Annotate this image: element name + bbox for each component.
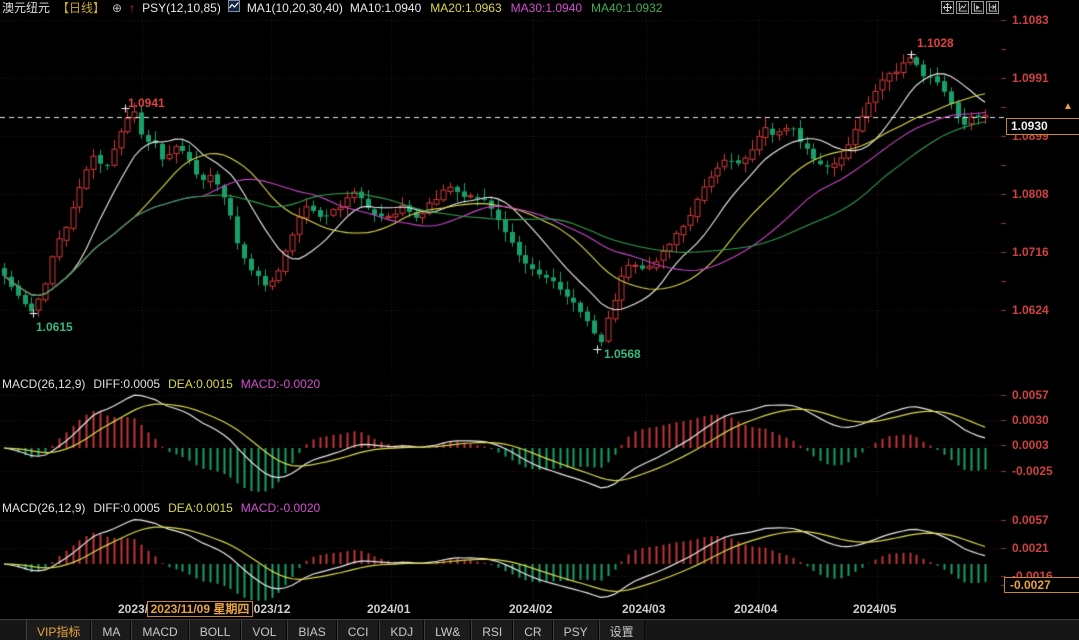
toolbar-tab-CCI[interactable]: CCI	[337, 620, 380, 640]
ma-value-label: MA20:1.0963	[430, 1, 501, 15]
period-label: 【日线】	[57, 0, 105, 16]
toolbar-tab-VIP指标[interactable]: VIP指标	[26, 620, 91, 640]
price-axis-label: 1.1083	[1012, 13, 1049, 27]
current-price-value: 1.0930	[1011, 119, 1048, 133]
macd1-macd-value: MACD:-0.0020	[241, 377, 320, 391]
move-tool-icon[interactable]	[941, 1, 954, 14]
buy-signal-arrow-icon: ↑	[129, 1, 135, 15]
price-annotation-1.0568: 1.0568	[604, 347, 641, 361]
price-annotation-1.0615: 1.0615	[36, 320, 73, 334]
psy-indicator-label: PSY(12,10,85)	[142, 1, 221, 15]
date-axis-label: 2024/04	[734, 602, 777, 616]
ma-value-label: MA10:1.0940	[350, 1, 421, 15]
price-axis-label: 1.0808	[1012, 187, 1049, 201]
price-annotation-1.1028: 1.1028	[917, 36, 954, 50]
toolbar-tab-CR[interactable]: CR	[513, 620, 552, 640]
date-axis-label: 2024/02	[509, 602, 552, 616]
macd-current-value: -0.0027	[1010, 578, 1051, 592]
price-axis-label: 1.0624	[1012, 303, 1049, 317]
macd1-axis-label: 0.0030	[1012, 413, 1049, 427]
ma-value-label: MA30:1.0940	[511, 1, 582, 15]
add-indicator-icon[interactable]: ⊕	[112, 1, 122, 15]
play-scroll-tool-icon[interactable]	[971, 1, 984, 14]
macd2-diff-value: DIFF:0.0005	[93, 501, 160, 515]
macd-panel-2-header: MACD(26,12,9) DIFF:0.0005 DEA:0.0015 MAC…	[2, 501, 320, 515]
chart-header: 澳元纽元 【日线】 ⊕ ↑ PSY(12,10,85) MA1(10,20,30…	[2, 0, 662, 15]
window-tool-buttons	[941, 1, 999, 14]
macd1-axis-label: 0.0057	[1012, 388, 1049, 402]
price-annotation-1.0941: 1.0941	[128, 96, 165, 110]
toolbar-tab-VOL[interactable]: VOL	[241, 620, 287, 640]
date-axis-label: 2024/03	[622, 602, 665, 616]
ma-chart-icon	[228, 0, 240, 15]
macd-current-value-box: -0.0027	[1004, 577, 1079, 593]
toolbar-tab-MACD[interactable]: MACD	[131, 620, 188, 640]
ma-values-readout: MA10:1.0940 MA20:1.0963 MA30:1.0940 MA40:1.…	[350, 1, 663, 15]
date-axis-label: 2024/01	[367, 602, 410, 616]
toolbar-tab-PSY[interactable]: PSY	[553, 620, 599, 640]
indicator-toolbar: VIP指标MAMACDBOLLVOLBIASCCIKDJLW&RSICRPSY设…	[0, 619, 1079, 640]
toolbar-tab-RSI[interactable]: RSI	[471, 620, 513, 640]
macd1-dea-value: DEA:0.0015	[168, 377, 233, 391]
macd2-macd-value: MACD:-0.0020	[241, 501, 320, 515]
trading-app-window: 澳元纽元 【日线】 ⊕ ↑ PSY(12,10,85) MA1(10,20,30…	[0, 0, 1079, 640]
toolbar-tab-KDJ[interactable]: KDJ	[379, 620, 424, 640]
macd2-axis-label: 0.0057	[1012, 513, 1049, 527]
macd1-diff-value: DIFF:0.0005	[93, 377, 160, 391]
macd1-axis-label: 0.0003	[1012, 438, 1049, 452]
ma-value-label: MA40:1.0932	[591, 1, 662, 15]
toolbar-tab-BIAS[interactable]: BIAS	[287, 620, 336, 640]
selected-date-label: 2023/11/09 星期四	[151, 602, 250, 616]
price-axis-label: 1.0991	[1012, 71, 1049, 85]
macd1-axis-label: -0.0025	[1012, 464, 1053, 478]
toolbar-tab-BOLL[interactable]: BOLL	[189, 620, 242, 640]
price-up-arrow-icon: ▲	[1063, 102, 1073, 112]
date-axis-label: 2024/05	[853, 602, 896, 616]
macd1-title: MACD(26,12,9)	[2, 377, 85, 391]
current-price-box: 1.0930	[1006, 118, 1079, 135]
axis-scale-tool-icon[interactable]	[956, 1, 969, 14]
selected-date-box: 2023/11/09 星期四	[147, 601, 253, 617]
symbol-name: 澳元纽元	[2, 0, 50, 16]
macd2-dea-value: DEA:0.0015	[168, 501, 233, 515]
macd-panel-1-header: MACD(26,12,9) DIFF:0.0005 DEA:0.0015 MAC…	[2, 377, 320, 391]
toolbar-tab-LW&[interactable]: LW&	[424, 620, 471, 640]
toolbar-tab-设置[interactable]: 设置	[599, 620, 645, 640]
macd2-axis-label: 0.0021	[1012, 541, 1049, 555]
date-axis-label: 2023/12	[247, 602, 290, 616]
price-axis-label: 1.0716	[1012, 245, 1049, 259]
export-view-tool-icon[interactable]	[986, 1, 999, 14]
toolbar-tab-MA[interactable]: MA	[91, 620, 131, 640]
macd2-title: MACD(26,12,9)	[2, 501, 85, 515]
ma-group-label: MA1(10,20,30,40)	[247, 1, 343, 15]
